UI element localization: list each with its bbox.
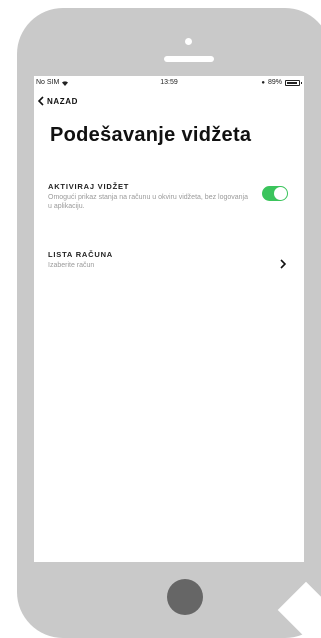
back-button[interactable]: NAZAD bbox=[38, 96, 78, 106]
activate-widget-toggle[interactable] bbox=[262, 186, 288, 201]
camera-dot bbox=[185, 38, 192, 45]
setting-row-activate-widget: AKTIVIRAJ VIDŽET Omogući prikaz stanja n… bbox=[48, 182, 296, 211]
page-title: Podešavanje vidžeta bbox=[50, 124, 252, 146]
home-button[interactable] bbox=[167, 579, 203, 615]
speaker-slot bbox=[164, 56, 214, 62]
setting-title: AKTIVIRAJ VIDŽET bbox=[48, 182, 130, 191]
battery-icon bbox=[285, 79, 302, 86]
setting-description: Izaberite račun bbox=[48, 262, 95, 269]
status-right: ● 89% bbox=[261, 79, 302, 86]
toggle-knob bbox=[274, 187, 287, 200]
back-label: NAZAD bbox=[47, 96, 78, 106]
chevron-right-icon bbox=[280, 256, 287, 274]
status-bar: No SIM 13:59 ● 89% bbox=[34, 76, 304, 90]
setting-description: Omogući prikaz stanja na računu u okviru… bbox=[48, 194, 248, 210]
alarm-icon: ● bbox=[261, 79, 265, 86]
battery-percent: 89% bbox=[267, 79, 282, 86]
chevron-left-icon bbox=[38, 96, 44, 106]
setting-row-account-list[interactable]: LISTA RAČUNA Izaberite račun bbox=[48, 250, 296, 270]
app-screen: No SIM 13:59 ● 89% NAZAD Podešavanje vid… bbox=[34, 76, 304, 562]
setting-title: LISTA RAČUNA bbox=[48, 250, 114, 259]
